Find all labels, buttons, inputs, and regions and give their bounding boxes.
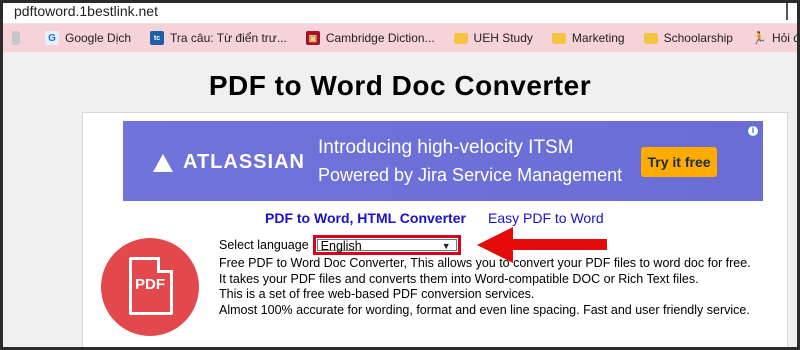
running-icon: 🏃: [751, 31, 767, 45]
bookmark-label: Google Dịch: [65, 31, 132, 45]
bookmark-ueh-study[interactable]: UEH Study: [453, 24, 533, 52]
google-translate-icon: G: [45, 31, 59, 45]
pdf-icon-label: PDF: [135, 276, 165, 293]
page-content: PDF to Word Doc Converter i ATLASSIAN In…: [0, 52, 800, 350]
bookmarks-bar: G Google Dịch tc Tra câu: Từ điển trư...…: [0, 24, 800, 52]
language-label: Select language: [219, 238, 309, 252]
cambridge-icon: ▣: [305, 31, 320, 45]
address-bar[interactable]: pdftoword.1bestlink.net: [0, 0, 800, 24]
bookmark-marketing[interactable]: Marketing: [551, 24, 625, 52]
partial-icon: [12, 31, 20, 45]
page-title: PDF to Word Doc Converter: [208, 70, 592, 101]
bookmark-cambridge[interactable]: ▣ Cambridge Diction...: [305, 24, 435, 52]
ad-banner[interactable]: i ATLASSIAN Introducing high-velocity IT…: [123, 121, 763, 201]
folder-icon: [453, 32, 468, 44]
bookmark-hoi-dap[interactable]: 🏃 Hỏi đáp về sản phẩ...: [752, 24, 800, 52]
bookmark-label: Marketing: [571, 31, 625, 45]
bookmark-label: Tra câu: Từ điển trư...: [170, 31, 287, 45]
description-text: Free PDF to Word Doc Converter, This all…: [219, 256, 751, 318]
bookmark-partial[interactable]: [12, 24, 26, 52]
bookmark-schoolarship[interactable]: Schoolarship: [643, 24, 733, 52]
chevron-down-icon: ▼: [441, 241, 451, 251]
arrow-shaft: [507, 239, 607, 250]
ad-brand: ATLASSIAN: [183, 151, 305, 173]
folder-icon: [643, 32, 658, 44]
bookmark-google-dich[interactable]: G Google Dịch: [45, 24, 131, 52]
language-select-box[interactable]: English ▼: [316, 239, 457, 253]
description-line: This is a set of free web-based PDF conv…: [219, 287, 535, 301]
tracau-icon: tc: [150, 31, 165, 45]
easy-pdf-to-word-link[interactable]: Easy PDF to Word: [488, 210, 604, 226]
ad-info-icon[interactable]: i: [747, 125, 759, 137]
bookmark-label: Cambridge Diction...: [325, 31, 435, 45]
ad-subline: Powered by Jira Service Management: [318, 165, 623, 185]
language-selected-value: English: [320, 239, 362, 253]
language-select[interactable]: English ▼: [312, 235, 461, 255]
ad-headline: Introducing high-velocity ITSM: [318, 137, 574, 158]
bookmark-label: UEH Study: [473, 31, 533, 45]
folder-icon: [551, 32, 566, 44]
atlassian-mark-icon: [153, 153, 173, 172]
description-line: It takes your PDF files and converts the…: [219, 271, 699, 286]
language-row: Select language English ▼: [219, 235, 461, 255]
url-text[interactable]: pdftoword.1bestlink.net: [14, 3, 158, 19]
description-line: Free PDF to Word Doc Converter, This all…: [219, 256, 751, 270]
bookmark-tra-cau[interactable]: tc Tra câu: Từ điển trư...: [150, 24, 287, 52]
pdf-to-word-html-link[interactable]: PDF to Word, HTML Converter: [265, 210, 466, 226]
bookmark-label: Schoolarship: [663, 31, 733, 45]
browser-menu-edge[interactable]: [786, 2, 792, 20]
bookmark-label: Hỏi đáp về sản phẩ...: [771, 31, 800, 45]
pdf-file-icon: PDF: [101, 238, 199, 336]
description-line: Almost 100% accurate for wording, format…: [219, 302, 750, 317]
converter-panel: i ATLASSIAN Introducing high-velocity IT…: [82, 112, 788, 350]
ad-try-it-free-button[interactable]: Try it free: [641, 147, 717, 177]
atlassian-logo: ATLASSIAN: [153, 151, 305, 174]
